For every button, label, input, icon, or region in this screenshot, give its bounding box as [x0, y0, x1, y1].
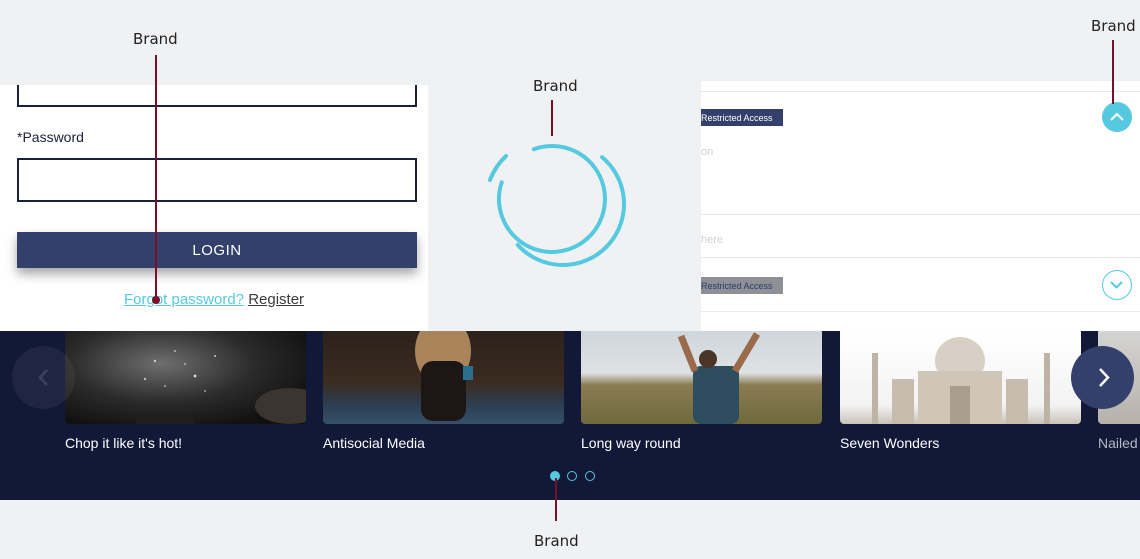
restricted-access-badge: Restricted Access [701, 109, 783, 126]
dust-particles-image [135, 350, 306, 424]
card-title: Antisocial Media [323, 435, 425, 451]
forgot-password-link[interactable]: Forgot password? [124, 291, 244, 308]
person-arms-raised-image [677, 332, 761, 424]
callout-leader [155, 55, 157, 299]
collapse-button[interactable] [1102, 102, 1132, 132]
person-with-phone-image [415, 331, 473, 421]
callout-label: Brand [133, 30, 178, 48]
callout-label: Brand [1091, 17, 1136, 35]
card-title: Seven Wonders [840, 435, 940, 451]
card-image[interactable] [581, 331, 822, 424]
chevron-left-icon [38, 369, 48, 386]
callout-leader [551, 100, 553, 136]
card-title: Long way round [581, 435, 681, 451]
divider [701, 257, 1140, 258]
card-image[interactable] [65, 331, 306, 424]
carousel-next-button[interactable] [1071, 346, 1134, 409]
carousel-prev-button[interactable] [12, 346, 75, 409]
image-carousel: Chop it like it's hot! Antisocial Media … [0, 331, 1140, 500]
divider [701, 214, 1140, 215]
card-title: Nailed [1098, 435, 1138, 451]
callout-leader [555, 478, 557, 521]
restricted-access-badge: Restricted Access [701, 277, 783, 294]
chevron-down-icon [1110, 281, 1123, 289]
loading-spinner-icon [488, 141, 626, 267]
register-link[interactable]: Register [248, 291, 304, 308]
callout-dot [152, 296, 160, 304]
username-field[interactable] [17, 85, 417, 107]
card-image[interactable] [840, 331, 1081, 424]
taj-mahal-image [872, 337, 1050, 424]
callout-label: Brand [533, 77, 578, 95]
pagination-dot-2[interactable] [567, 471, 577, 481]
chevron-right-icon [1099, 368, 1110, 387]
login-button[interactable]: LOGIN [17, 232, 417, 268]
callout-leader [1112, 40, 1114, 104]
loading-spinner-panel [428, 0, 701, 331]
password-label: *Password [17, 129, 84, 145]
accordion-content-text: on [701, 146, 714, 158]
expand-button[interactable] [1102, 270, 1132, 300]
pagination-dot-3[interactable] [585, 471, 595, 481]
callout-label: Brand [534, 532, 579, 550]
divider [701, 91, 1140, 92]
card-image[interactable] [323, 331, 564, 424]
accordion-placeholder-text: here [701, 234, 724, 246]
login-panel: *Password LOGIN Forgot password? Registe… [0, 85, 428, 331]
password-field[interactable] [17, 158, 417, 202]
accordion-panel: Restricted Access on here Restricted Acc… [701, 81, 1140, 331]
chevron-up-icon [1110, 112, 1124, 121]
card-title: Chop it like it's hot! [65, 435, 183, 451]
auth-links: Forgot password? Register [0, 291, 428, 308]
divider [701, 311, 1140, 312]
